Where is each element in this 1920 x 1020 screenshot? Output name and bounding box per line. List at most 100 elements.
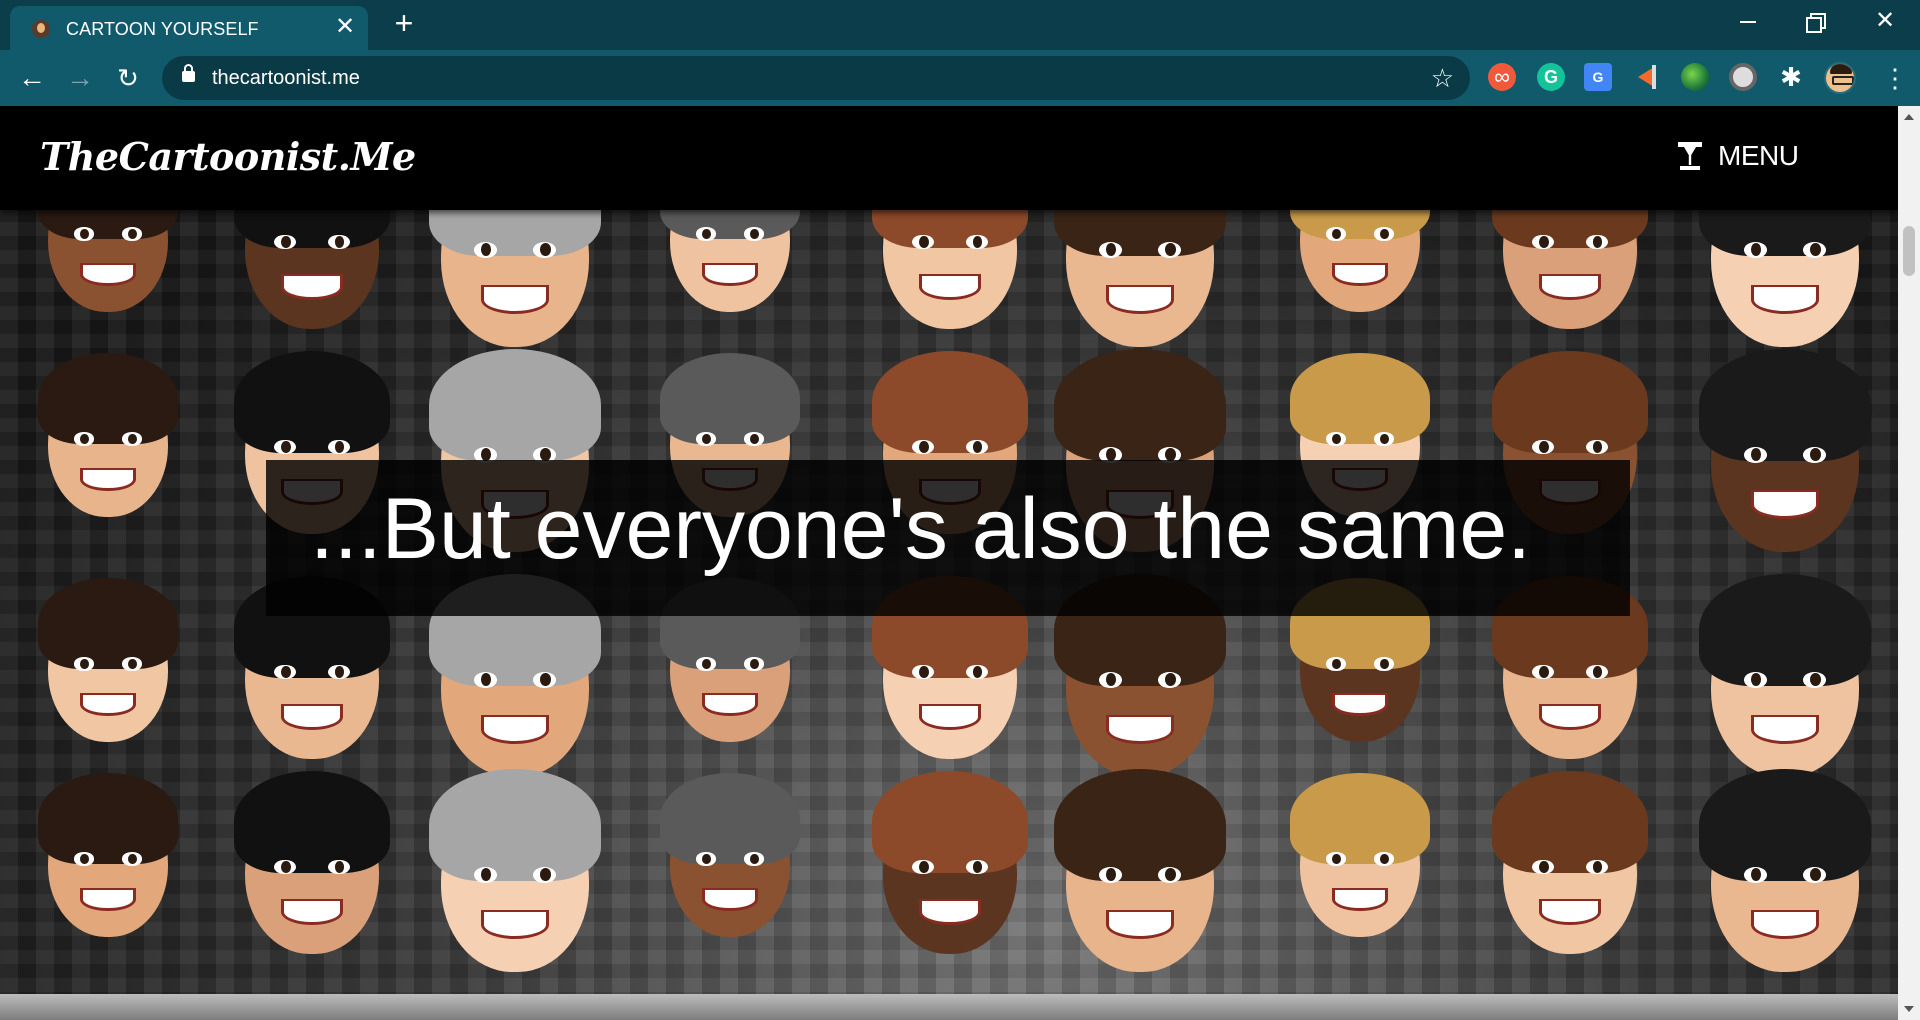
back-button[interactable]: ← [16,62,48,94]
forward-button[interactable]: → [64,62,96,94]
cartoon-eye [1743,241,1768,259]
cartoon-eye [912,664,934,680]
cartoon-smile [919,898,981,926]
cartoon-eye [1098,866,1123,884]
cartoon-face [1492,771,1648,955]
cartoon-eye [74,852,94,866]
scrollbar-thumb[interactable] [1903,226,1915,276]
scroll-down-arrow-icon[interactable] [1904,1006,1914,1012]
puzzle-extensions-icon[interactable]: ✱ [1777,63,1805,91]
circle-extension-icon[interactable] [1729,63,1757,91]
headline-banner: ...But everyone's also the same. [266,460,1630,616]
cartoon-face [1290,773,1430,938]
globe-extension-icon[interactable] [1681,63,1709,91]
cartoon-smile [1750,490,1820,520]
cartoon-eye [1532,859,1554,875]
cartoon-smile [702,692,758,717]
cartoon-smile [281,898,343,926]
cartoon-hair [234,351,390,453]
cartoon-eye [1374,657,1394,671]
window-close-button[interactable]: ✕ [1870,9,1900,33]
cartoon-smile [281,273,343,301]
cartoon-hair [1290,353,1430,445]
cartoon-eye [966,664,988,680]
cartoon-smile [1750,910,1820,940]
cartoon-hair [234,771,390,873]
url-text[interactable]: thecartoonist.me [212,67,360,90]
cartoon-eye [744,227,764,241]
browser-toolbar: ← → ↻ thecartoonist.me ☆ ∞ G G ✱ ⋮ [0,50,1920,106]
tab-title: CARTOON YOURSELF [66,19,259,39]
page-bottom-strip [0,994,1898,1020]
martini-menu-icon [1678,142,1702,170]
new-tab-button[interactable]: + [388,7,420,40]
cartoon-smile [919,273,981,301]
cartoon-hair [872,771,1028,873]
cartoon-hair [1699,349,1871,462]
reload-button[interactable]: ↻ [112,62,144,94]
address-bar[interactable]: thecartoonist.me ☆ [162,56,1470,100]
browser-tab-bar: CARTOON YOURSELF ✕ + ✕ [0,0,1920,50]
cartoon-eye [1098,671,1123,689]
cartoon-smile [480,715,550,745]
browser-menu-icon[interactable]: ⋮ [1882,60,1908,96]
site-logo[interactable]: TheCartoonist.Me [40,134,416,179]
window-minimize-button[interactable] [1733,10,1763,32]
cartoon-eye [1374,432,1394,446]
cartoon-hair [1492,771,1648,873]
cartoon-eye [696,657,716,671]
cartoon-smile [919,703,981,731]
tab-close-button[interactable]: ✕ [332,14,358,40]
cartoon-smile [480,285,550,315]
cartoon-smile [80,887,136,912]
cartoon-smile [281,703,343,731]
cartoon-eye [473,866,498,884]
cartoon-eye [1743,446,1768,464]
cartoon-eye [122,852,142,866]
cartoon-eye [74,657,94,671]
cartoon-hair [429,769,601,882]
grammarly-extension-icon[interactable]: G [1537,63,1565,91]
cartoon-hair [1054,349,1226,462]
cartoon-face [234,771,390,955]
cartoon-eye [1098,241,1123,259]
google-translate-extension-icon[interactable]: G [1584,63,1612,91]
cartoon-eye [696,432,716,446]
cartoon-eye [74,432,94,446]
bookmark-star-icon[interactable]: ☆ [1431,63,1454,93]
cartoon-eye [1743,866,1768,884]
cartoon-eye [696,227,716,241]
cartoon-smile [702,887,758,912]
cartoon-hair [872,351,1028,453]
site-header: TheCartoonist.Me MENU [0,106,1898,210]
cartoon-smile [1105,910,1175,940]
cartoon-hair [38,578,178,670]
cartoon-eye [122,657,142,671]
cartoon-face [660,578,800,743]
cartoon-smile [1750,285,1820,315]
cartoon-hair [1290,773,1430,865]
scroll-up-arrow-icon[interactable] [1904,114,1914,120]
cartoon-eye [1374,227,1394,241]
lock-icon[interactable] [182,64,195,82]
cartoon-smile [80,692,136,717]
cartoon-smile [702,262,758,287]
window-restore-button[interactable] [1800,10,1830,33]
cartoon-eye [1532,439,1554,455]
cartoon-eye [122,227,142,241]
cartoon-face [38,773,178,938]
browser-tab-active[interactable]: CARTOON YOURSELF ✕ [10,6,368,50]
flag-extension-icon[interactable] [1632,63,1660,91]
cartoon-smile [80,467,136,492]
cartoon-eye [696,852,716,866]
cartoon-eye [1326,657,1346,671]
cartoon-hair [429,349,601,462]
cartoon-smile [1332,887,1388,912]
profile-avatar[interactable] [1824,62,1856,94]
infinity-extension-icon[interactable]: ∞ [1488,63,1516,91]
page-scrollbar[interactable] [1898,106,1920,1020]
cartoon-face [1699,769,1871,972]
cartoon-face [660,773,800,938]
cartoon-eye [1586,859,1608,875]
cartoon-smile [1332,692,1388,717]
